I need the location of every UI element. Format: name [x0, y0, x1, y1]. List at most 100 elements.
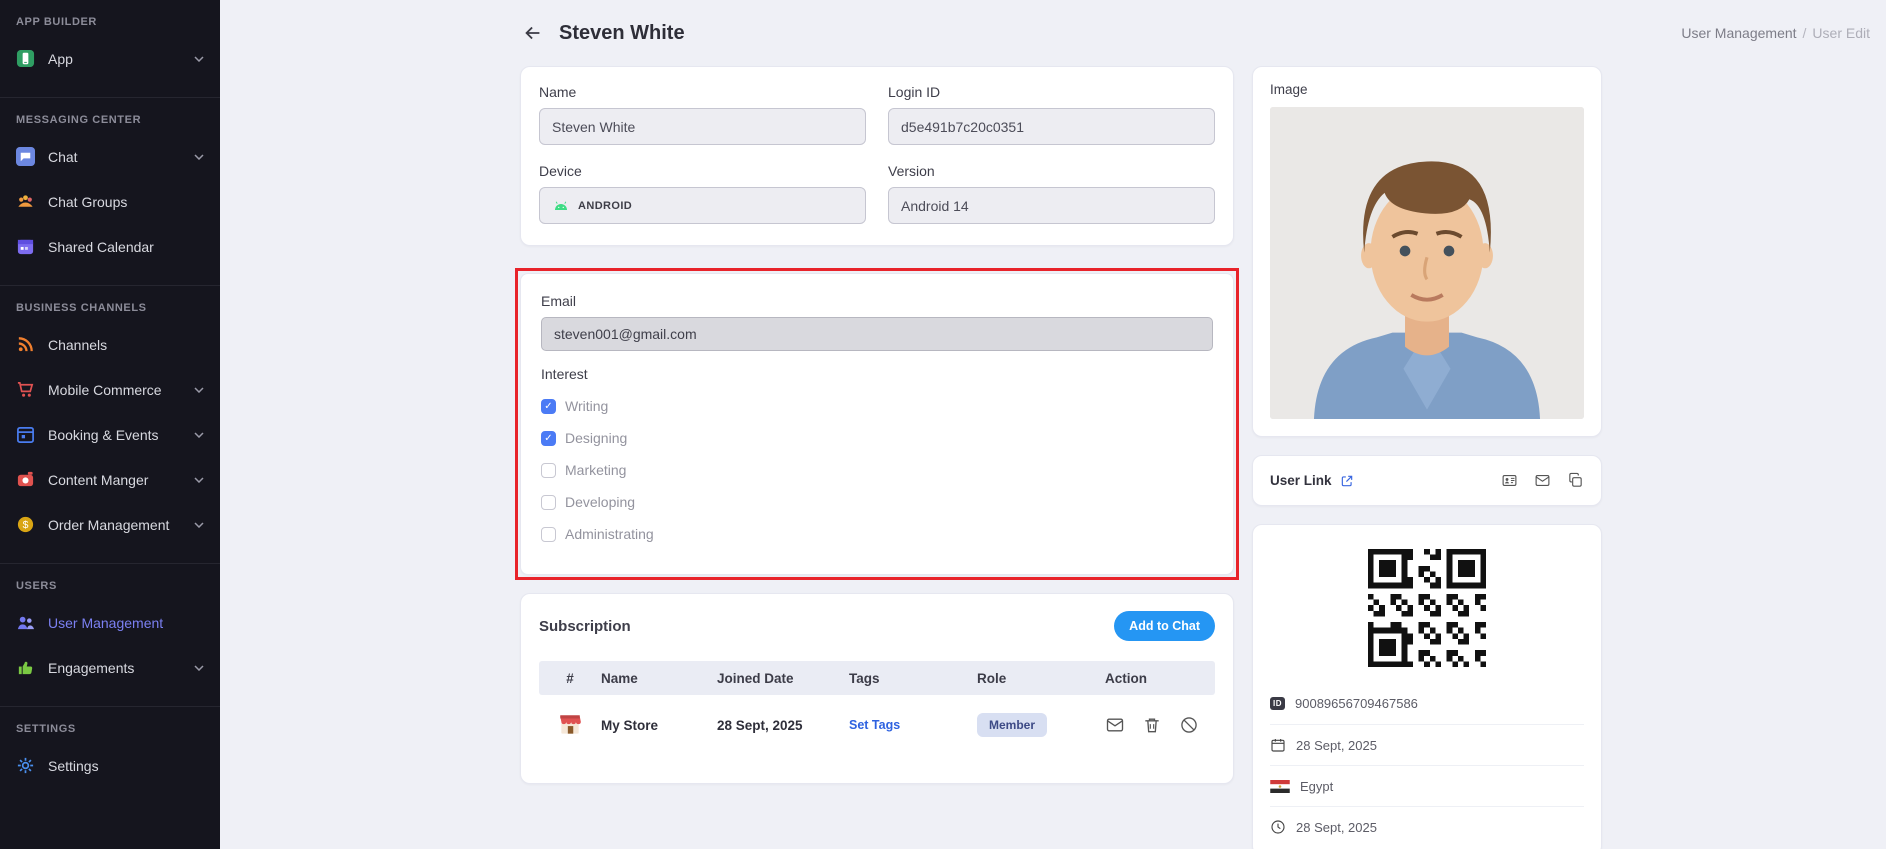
device-value: ANDROID: [578, 200, 632, 212]
sidebar-item-order-management[interactable]: $ Order Management: [16, 502, 204, 547]
mail-icon[interactable]: [1534, 472, 1551, 489]
interest-option-developing[interactable]: Developing: [541, 486, 1213, 518]
country-value: Egypt: [1300, 779, 1333, 794]
column-header-action: Action: [1105, 671, 1215, 686]
detail-row-last-seen: 28 Sept, 2025: [1270, 806, 1584, 847]
column-header-joined-date: Joined Date: [717, 671, 849, 686]
column-header-name: Name: [601, 671, 717, 686]
name-label: Name: [539, 84, 866, 100]
chevron-down-icon: [194, 56, 204, 62]
sidebar-item-channels[interactable]: Channels: [16, 322, 204, 367]
row-joined-date: 28 Sept, 2025: [717, 718, 849, 733]
channels-icon: [16, 335, 35, 354]
sidebar-item-label: Shared Calendar: [48, 239, 154, 255]
sidebar-item-user-management[interactable]: User Management: [16, 600, 204, 645]
joined-date-value: 28 Sept, 2025: [1296, 738, 1377, 753]
sidebar-item-label: Content Manger: [48, 472, 148, 488]
section-label: USERS: [16, 580, 204, 592]
device-field-group: Device ANDROID: [539, 163, 866, 224]
interest-option-designing[interactable]: Designing: [541, 422, 1213, 454]
checkbox-icon[interactable]: [541, 463, 556, 478]
sidebar-item-shared-calendar[interactable]: Shared Calendar: [16, 224, 204, 269]
dollar-coin-icon: $: [16, 515, 35, 534]
gear-icon: [16, 756, 35, 775]
subscription-title: Subscription: [539, 618, 631, 635]
device-label: Device: [539, 163, 866, 179]
users-icon: [16, 613, 35, 632]
interest-option-label: Marketing: [565, 462, 626, 478]
sidebar-item-app[interactable]: App: [16, 36, 204, 81]
version-input[interactable]: Android 14: [888, 187, 1215, 224]
section-label: BUSINESS CHANNELS: [16, 302, 204, 314]
version-label: Version: [888, 163, 1215, 179]
chevron-down-icon: [194, 387, 204, 393]
checkbox-icon[interactable]: [541, 527, 556, 542]
login-id-field-group: Login ID d5e491b7c20c0351: [888, 84, 1215, 145]
checkbox-icon[interactable]: [541, 495, 556, 510]
shared-calendar-icon: [16, 237, 35, 256]
qr-code: [1368, 549, 1486, 667]
name-input[interactable]: Steven White: [539, 108, 866, 145]
id-badge-icon: ID: [1270, 697, 1285, 710]
device-input[interactable]: ANDROID: [539, 187, 866, 224]
checkbox-icon[interactable]: [541, 399, 556, 414]
page-title: Steven White: [559, 22, 685, 45]
svg-text:$: $: [23, 520, 29, 531]
sidebar-item-engagements[interactable]: Engagements: [16, 645, 204, 690]
user-details-card: ID 90089656709467586 28 Sept, 2025 Egy: [1252, 524, 1602, 849]
chevron-down-icon: [194, 432, 204, 438]
breadcrumb-parent-link[interactable]: User Management: [1681, 25, 1796, 41]
sidebar-item-chat[interactable]: Chat: [16, 134, 204, 179]
row-store-name: My Store: [601, 718, 717, 733]
user-link-label: User Link: [1270, 473, 1332, 488]
contact-card: Email steven001@gmail.com Interest Writi…: [520, 273, 1234, 575]
chevron-down-icon: [194, 522, 204, 528]
back-arrow-button[interactable]: [520, 20, 546, 46]
user-id-value: 90089656709467586: [1295, 696, 1418, 711]
id-card-icon[interactable]: [1501, 472, 1518, 489]
app-root: APP BUILDER App MESSAGING CENTER Chat: [0, 0, 1886, 849]
add-to-chat-button[interactable]: Add to Chat: [1114, 611, 1215, 641]
interest-option-writing[interactable]: Writing: [541, 390, 1213, 422]
sidebar-item-mobile-commerce[interactable]: Mobile Commerce: [16, 367, 204, 412]
login-id-input[interactable]: d5e491b7c20c0351: [888, 108, 1215, 145]
section-label: MESSAGING CENTER: [16, 114, 204, 126]
sidebar-item-label: Chat Groups: [48, 194, 127, 210]
sidebar-item-chat-groups[interactable]: Chat Groups: [16, 179, 204, 224]
checkbox-icon[interactable]: [541, 431, 556, 446]
interest-option-administrating[interactable]: Administrating: [541, 518, 1213, 550]
red-annotation-box: Email steven001@gmail.com Interest Writi…: [515, 268, 1239, 580]
sidebar-item-content-manager[interactable]: Content Manger: [16, 457, 204, 502]
subscription-table: # Name Joined Date Tags Role Action My S…: [539, 661, 1215, 755]
sidebar-section-app-builder: APP BUILDER App: [0, 16, 220, 89]
set-tags-link[interactable]: Set Tags: [849, 718, 977, 732]
detail-row-country: Egypt: [1270, 765, 1584, 806]
interest-label: Interest: [541, 366, 1213, 382]
email-input[interactable]: steven001@gmail.com: [541, 317, 1213, 351]
interest-option-label: Designing: [565, 430, 627, 446]
user-link[interactable]: User Link: [1270, 473, 1354, 488]
name-field-group: Name Steven White: [539, 84, 866, 145]
interest-option-marketing[interactable]: Marketing: [541, 454, 1213, 486]
app-icon: [16, 49, 35, 68]
email-action-icon[interactable]: [1105, 715, 1125, 735]
delete-action-icon[interactable]: [1142, 715, 1162, 735]
image-label: Image: [1270, 82, 1584, 97]
interest-option-label: Developing: [565, 494, 635, 510]
block-action-icon[interactable]: [1179, 715, 1199, 735]
sidebar: APP BUILDER App MESSAGING CENTER Chat: [0, 0, 220, 849]
chat-icon: [16, 147, 35, 166]
detail-row-joined-date: 28 Sept, 2025: [1270, 724, 1584, 765]
sidebar-item-label: Booking & Events: [48, 427, 159, 443]
copy-icon[interactable]: [1567, 472, 1584, 489]
external-link-icon: [1340, 474, 1354, 488]
sidebar-item-booking-events[interactable]: Booking & Events: [16, 412, 204, 457]
left-column: Name Steven White Login ID d5e491b7c20c0…: [520, 66, 1234, 784]
sidebar-item-label: Channels: [48, 337, 107, 353]
sidebar-item-settings[interactable]: Settings: [16, 743, 204, 788]
egypt-flag-icon: [1270, 780, 1290, 793]
sidebar-section-settings: SETTINGS Settings: [0, 706, 220, 796]
version-value: Android 14: [901, 198, 969, 214]
breadcrumb: User Management / User Edit: [1681, 25, 1870, 41]
table-row: My Store 28 Sept, 2025 Set Tags Member: [539, 695, 1215, 755]
